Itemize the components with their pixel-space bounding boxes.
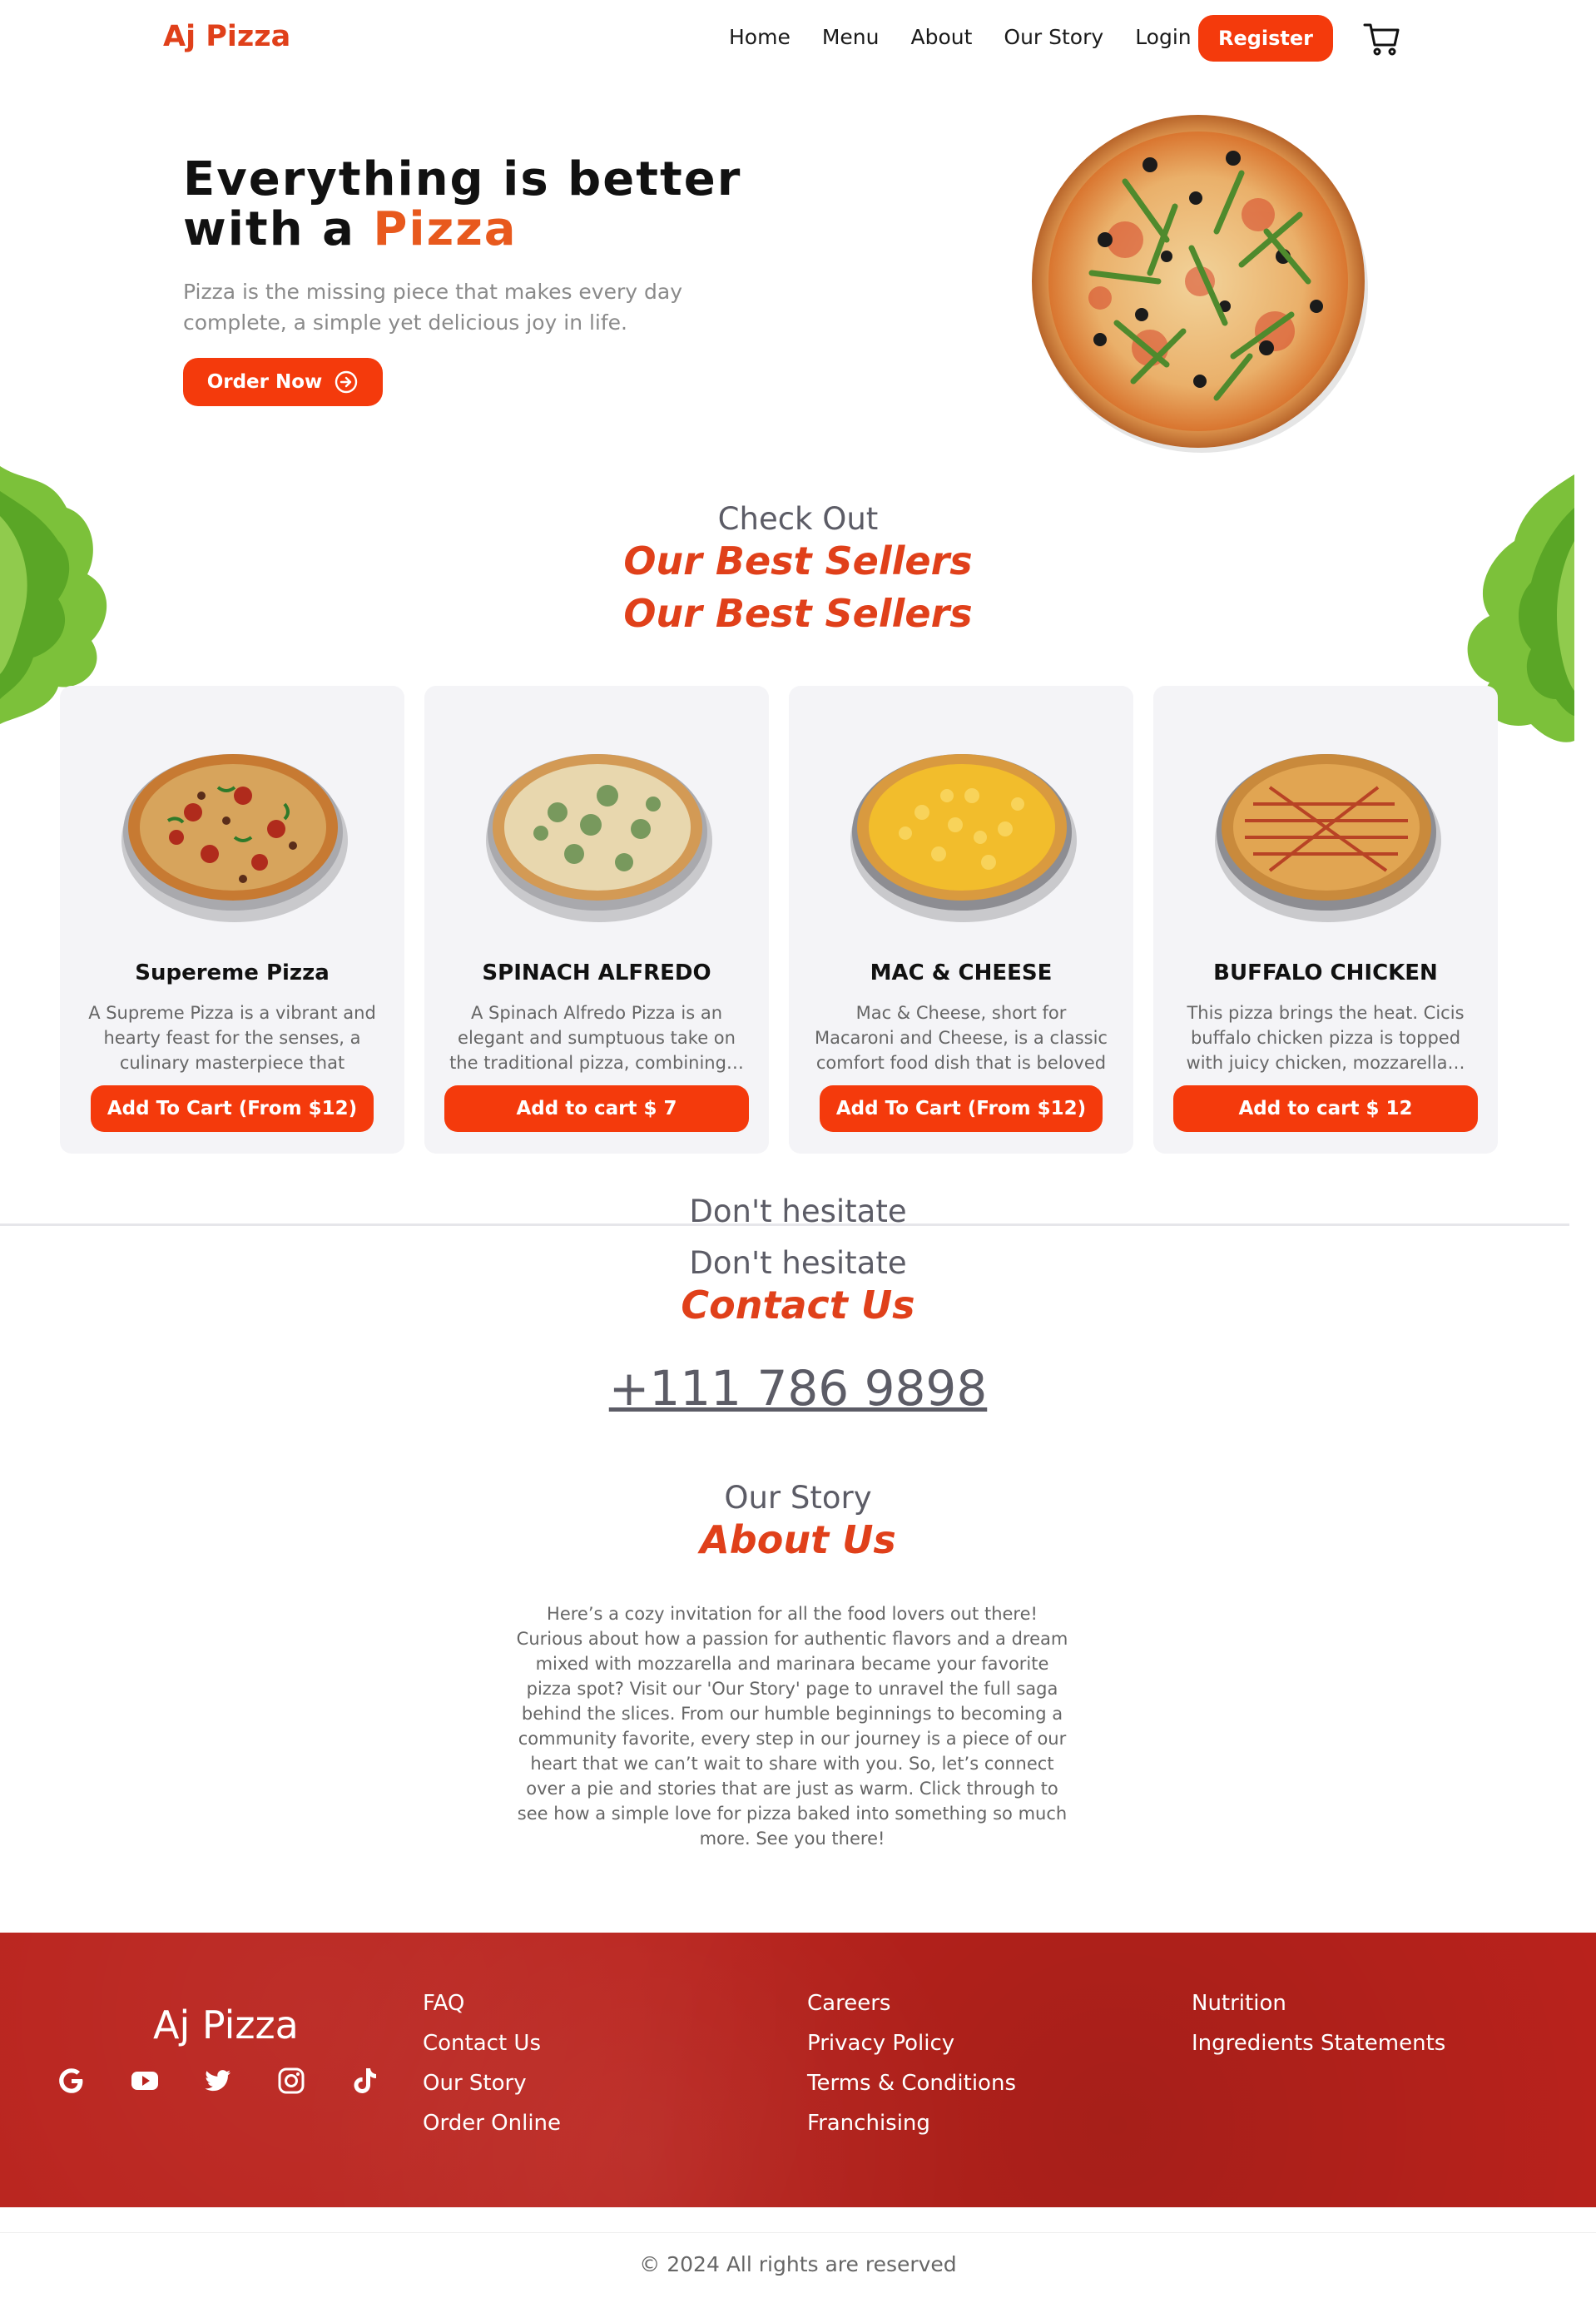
supreme-pizza-image xyxy=(121,754,348,922)
product-card-spinach-alfredo: SPINACH ALFREDO A Spinach Alfredo Pizza … xyxy=(424,686,769,1154)
about-heading: About Us xyxy=(700,1517,896,1562)
about-kicker: Our Story xyxy=(724,1480,872,1516)
product-card-mac-cheese: MAC & CHEESE Mac & Cheese, short for Mac… xyxy=(789,686,1133,1154)
hero-title-accent: Pizza xyxy=(373,202,518,256)
footer-brand: Aj Pizza xyxy=(153,2003,299,2047)
add-to-cart-button[interactable]: Add to cart $ 12 xyxy=(1173,1085,1478,1132)
product-title: SPINACH ALFREDO xyxy=(482,960,711,985)
footer-column-2: Careers Privacy Policy Terms & Condition… xyxy=(807,1991,1016,2137)
bestsellers-heading-ghost: Our Best Sellers xyxy=(0,598,1596,641)
google-icon[interactable] xyxy=(57,2066,87,2096)
navbar: Aj Pizza Home Menu About Our Story Login… xyxy=(0,0,1596,80)
nav-our-story[interactable]: Our Story xyxy=(1004,25,1103,49)
hero-subtitle: Pizza is the missing piece that makes ev… xyxy=(183,280,682,335)
order-now-label: Order Now xyxy=(206,371,323,393)
twitter-icon[interactable] xyxy=(203,2066,233,2096)
footer-column-1: FAQ Contact Us Our Story Order Online xyxy=(423,1991,561,2137)
footer-column-3: Nutrition Ingredients Statements xyxy=(1192,1991,1445,2057)
footer: Aj Pizza FAQ Contact Us Our Story Order … xyxy=(0,1933,1596,2207)
tiktok-icon[interactable] xyxy=(349,2066,379,2096)
footer-divider xyxy=(0,2232,1596,2233)
nav-login[interactable]: Login xyxy=(1135,25,1191,49)
add-to-cart-button[interactable]: Add To Cart (From $12) xyxy=(820,1085,1103,1132)
nav-about[interactable]: About xyxy=(910,25,972,49)
product-description: This pizza brings the heat. Cicis buffal… xyxy=(1186,1003,1465,1073)
instagram-icon[interactable] xyxy=(276,2066,306,2096)
hero-title-line1: Everything is better xyxy=(183,152,742,206)
product-description: A Supreme Pizza is a vibrant and hearty … xyxy=(88,1003,376,1073)
brand-logo[interactable]: Aj Pizza xyxy=(163,20,290,53)
buffalo-chicken-pizza-image xyxy=(1215,754,1441,922)
product-description: A Spinach Alfredo Pizza is an elegant an… xyxy=(449,1003,744,1073)
phone-link[interactable]: +111 786 9898 xyxy=(0,1360,1596,1417)
contact-kicker: Don't hesitate xyxy=(689,1245,907,1281)
nav-menu[interactable]: Menu xyxy=(822,25,880,49)
footer-link-privacy-policy[interactable]: Privacy Policy xyxy=(807,2031,1016,2057)
about-paragraph: Here’s a cozy invitation for all the foo… xyxy=(516,1604,1068,1849)
spinach-alfredo-pizza-image xyxy=(486,754,712,922)
add-to-cart-button[interactable]: Add To Cart (From $12) xyxy=(91,1085,374,1132)
footer-link-our-story[interactable]: Our Story xyxy=(423,2071,561,2097)
product-card-supreme: Supereme Pizza A Supreme Pizza is a vibr… xyxy=(60,686,404,1154)
product-title: MAC & CHEESE xyxy=(870,960,1053,985)
hero-title-prefix: with a xyxy=(183,202,374,256)
copyright-text: © 2024 All rights are reserved xyxy=(639,2252,957,2276)
footer-link-franchising[interactable]: Franchising xyxy=(807,2111,1016,2137)
hero-title: Everything is better with a Pizza xyxy=(183,155,741,255)
footer-link-faq[interactable]: FAQ xyxy=(423,1991,561,2017)
bestsellers-heading-ghost-text: Our Best Sellers xyxy=(623,598,973,636)
nav-home[interactable]: Home xyxy=(729,25,791,49)
hero-pizza-image xyxy=(1032,115,1368,453)
add-to-cart-button[interactable]: Add to cart $ 7 xyxy=(444,1085,749,1132)
contact-heading: Contact Us xyxy=(681,1283,915,1328)
footer-link-ingredients[interactable]: Ingredients Statements xyxy=(1192,2031,1445,2057)
arrow-right-circle-icon xyxy=(335,370,358,394)
section-divider xyxy=(0,1223,1569,1226)
hero-title-line2: with a Pizza xyxy=(183,205,741,255)
footer-link-careers[interactable]: Careers xyxy=(807,1991,1016,2017)
youtube-icon[interactable] xyxy=(130,2066,160,2096)
product-card-buffalo-chicken: BUFFALO CHICKEN This pizza brings the he… xyxy=(1153,686,1498,1154)
bestsellers-heading: Our Best Sellers xyxy=(623,539,973,583)
mac-cheese-pizza-image xyxy=(850,754,1077,922)
product-title: Supereme Pizza xyxy=(135,960,330,985)
register-button[interactable]: Register xyxy=(1198,15,1333,62)
footer-link-order-online[interactable]: Order Online xyxy=(423,2111,561,2137)
bestsellers-kicker: Check Out xyxy=(717,501,879,537)
social-links xyxy=(57,2066,379,2096)
cart-icon[interactable] xyxy=(1361,18,1403,60)
nav-links: Home Menu About Our Story Login xyxy=(729,25,1192,49)
product-description: Mac & Cheese, short for Macaroni and Che… xyxy=(815,1003,1108,1073)
footer-link-nutrition[interactable]: Nutrition xyxy=(1192,1991,1445,2017)
footer-link-contact-us[interactable]: Contact Us xyxy=(423,2031,561,2057)
footer-link-terms[interactable]: Terms & Conditions xyxy=(807,2071,1016,2097)
product-title: BUFFALO CHICKEN xyxy=(1213,960,1438,985)
order-now-button[interactable]: Order Now xyxy=(183,358,383,406)
